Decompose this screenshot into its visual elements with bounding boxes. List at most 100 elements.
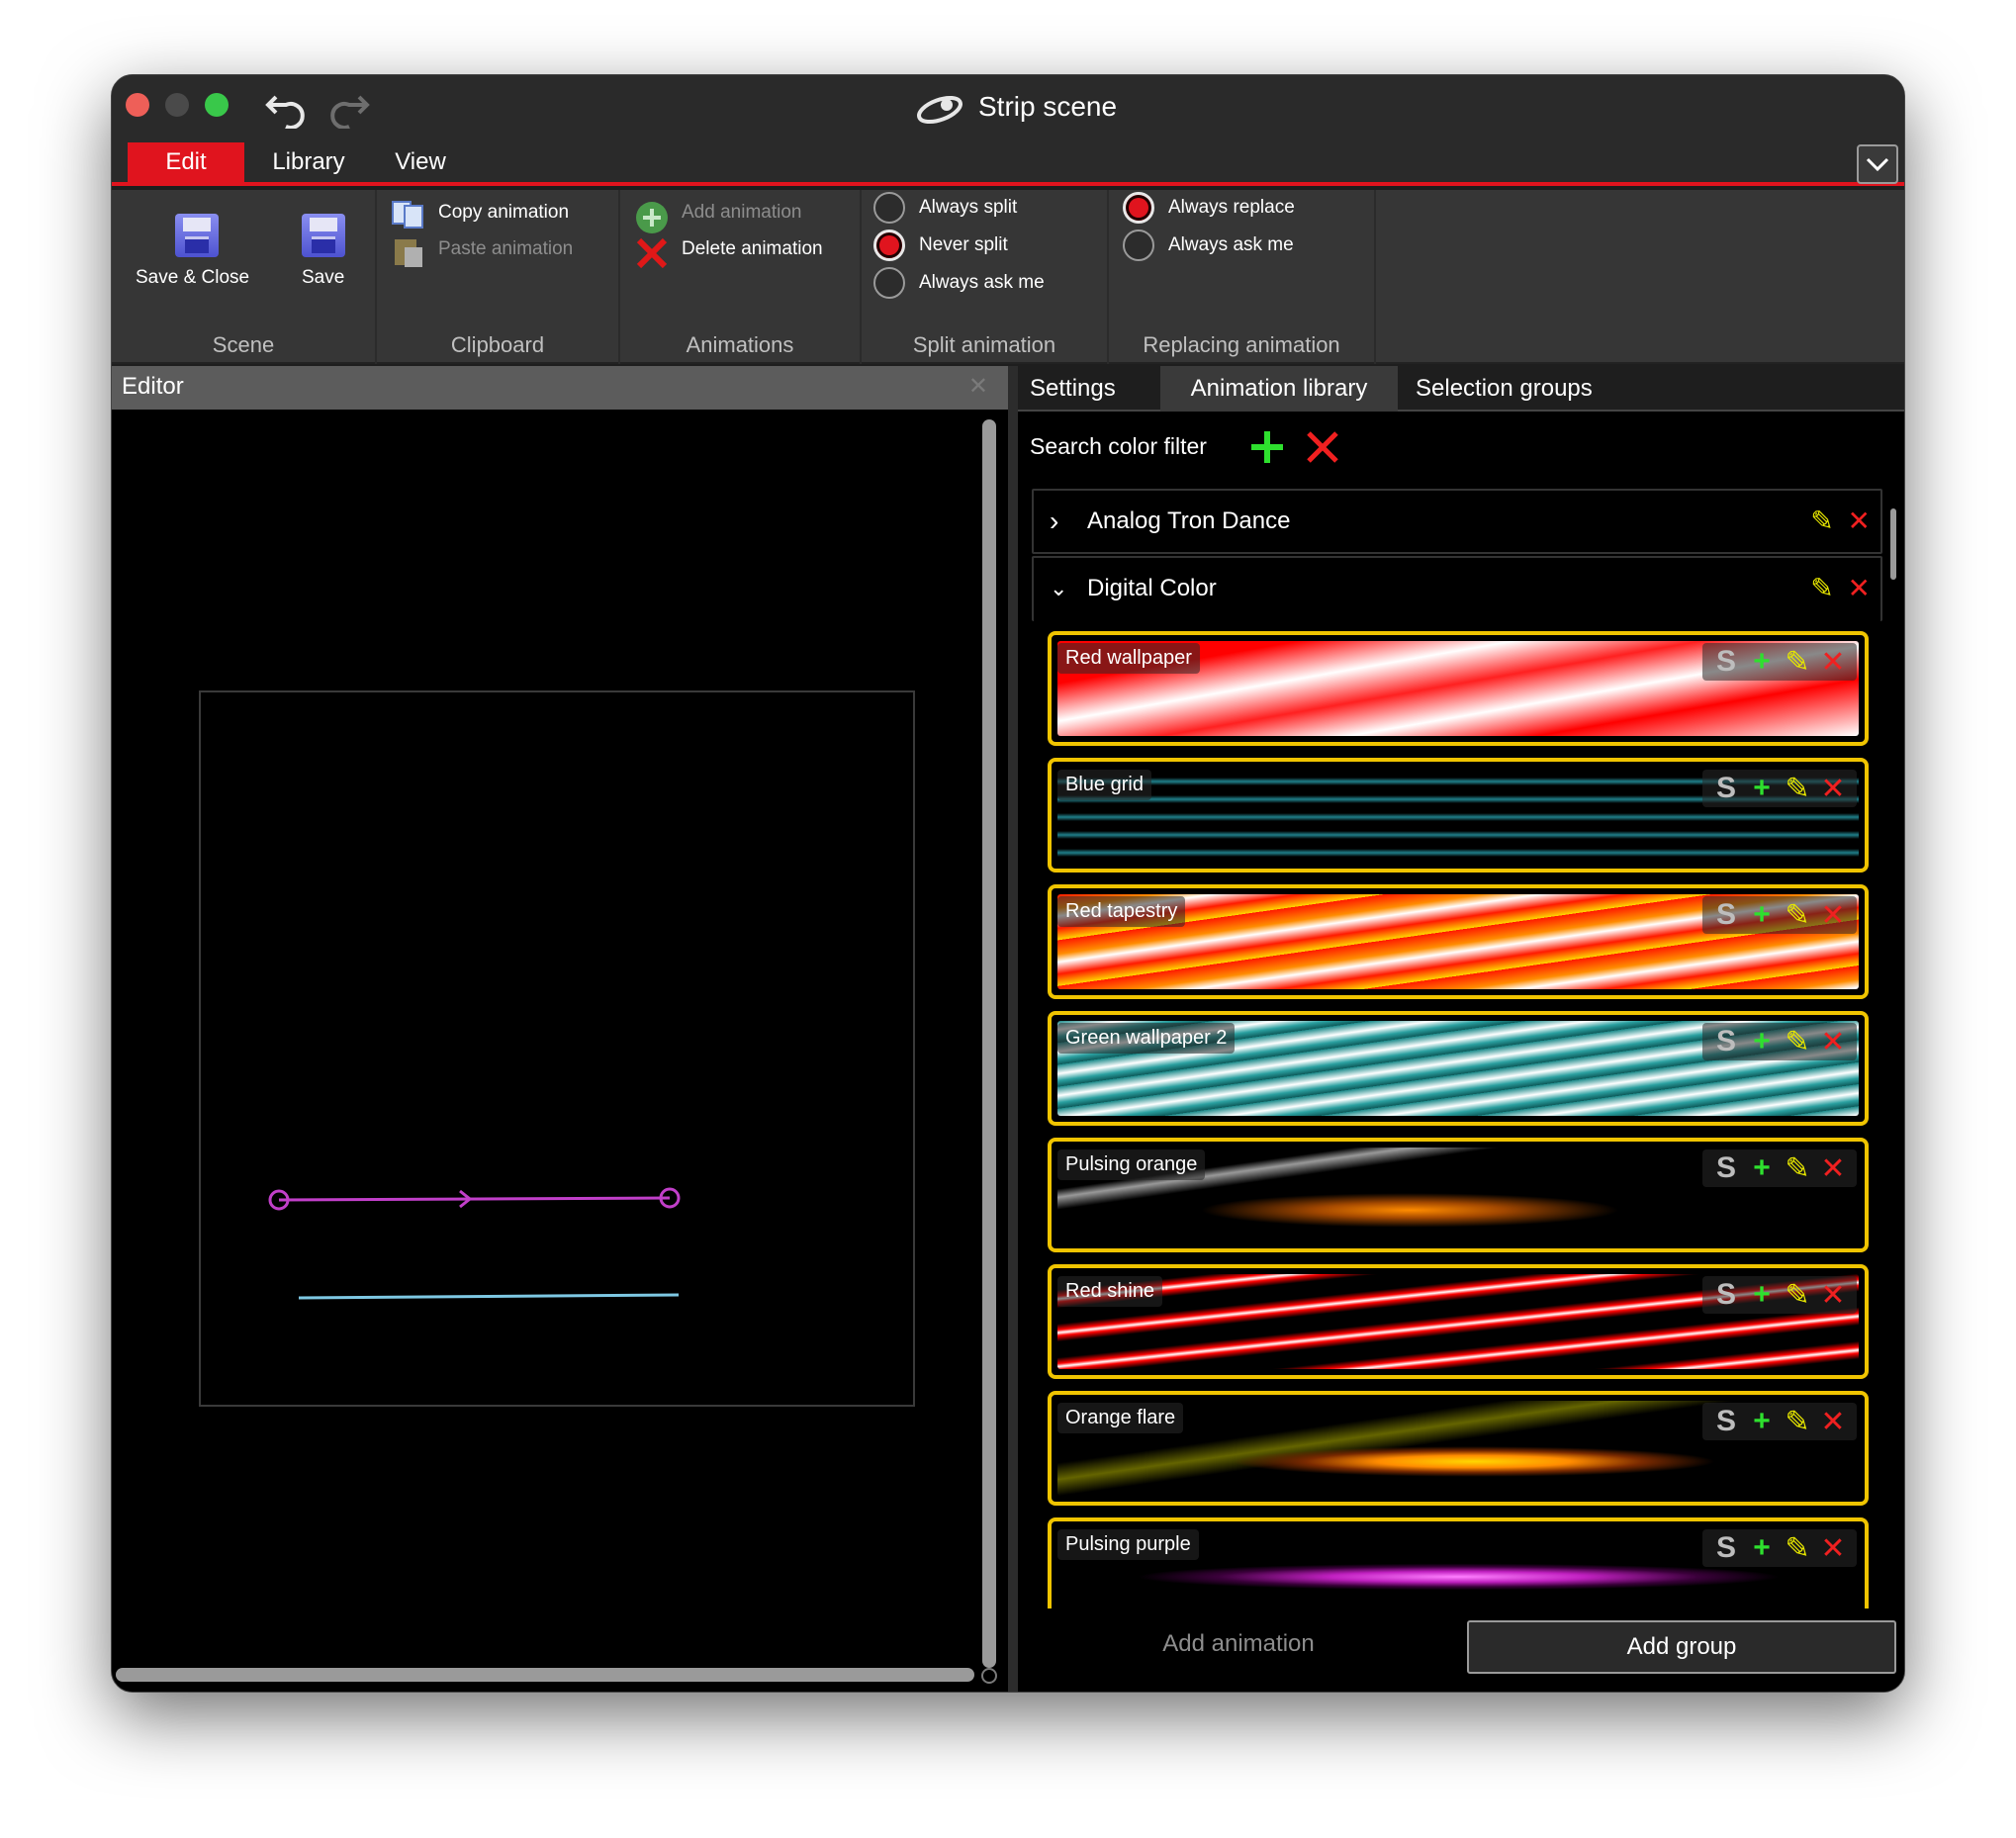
delete-icon[interactable]: ✕: [1815, 898, 1851, 933]
clear-filter-icon[interactable]: [1303, 427, 1342, 467]
library-footer: Add animation Add group: [1018, 1614, 1904, 1692]
delete-icon[interactable]: ✕: [1848, 573, 1871, 603]
radio-replace-always-ask[interactable]: Always ask me: [1123, 230, 1294, 261]
solo-button[interactable]: S: [1708, 1278, 1744, 1312]
add-icon[interactable]: +: [1744, 1278, 1780, 1312]
save-button[interactable]: Save: [302, 267, 344, 289]
redo-icon[interactable]: [329, 89, 373, 129]
delete-icon[interactable]: ✕: [1815, 1405, 1851, 1439]
window-title: Strip scene: [978, 91, 1118, 122]
minimize-window-button[interactable]: [165, 93, 189, 117]
radio-label: Never split: [919, 234, 1008, 255]
delete-icon: [636, 237, 668, 269]
tab-view[interactable]: View: [373, 142, 468, 182]
animation-name: Pulsing orange: [1057, 1149, 1206, 1180]
edit-icon[interactable]: ✎: [1780, 645, 1815, 680]
edit-icon[interactable]: ✎: [1780, 1405, 1815, 1439]
horizontal-scrollbar[interactable]: [116, 1668, 974, 1682]
tab-edit[interactable]: Edit: [128, 142, 244, 182]
vertical-scrollbar[interactable]: [982, 419, 996, 1668]
strip-magenta[interactable]: [268, 1187, 681, 1211]
card-actions: S + ✎ ✕: [1702, 896, 1857, 934]
solo-button[interactable]: S: [1708, 1531, 1744, 1565]
paste-icon: [395, 239, 422, 267]
save-close-button[interactable]: Save & Close: [136, 267, 249, 289]
edit-icon[interactable]: ✎: [1780, 1025, 1815, 1059]
undo-icon[interactable]: [262, 89, 306, 129]
delete-icon[interactable]: ✕: [1815, 1025, 1851, 1059]
strip-cyan[interactable]: [298, 1293, 680, 1300]
library-scrollbar[interactable]: [1890, 508, 1896, 580]
delete-icon[interactable]: ✕: [1815, 645, 1851, 680]
solo-button[interactable]: S: [1708, 1025, 1744, 1058]
edit-icon[interactable]: ✎: [1780, 1278, 1815, 1313]
animation-card[interactable]: Red tapestry S + ✎ ✕: [1048, 884, 1869, 999]
group-header[interactable]: › Analog Tron Dance ✎ ✕: [1032, 489, 1882, 554]
tab-library[interactable]: Library: [254, 142, 363, 182]
add-icon[interactable]: +: [1744, 1151, 1780, 1185]
add-group-button[interactable]: Add group: [1467, 1620, 1896, 1674]
radio-always-replace[interactable]: Always replace: [1123, 192, 1295, 224]
edit-icon[interactable]: ✎: [1780, 1151, 1815, 1186]
card-actions: S + ✎ ✕: [1702, 643, 1857, 681]
animation-name: Red tapestry: [1057, 896, 1186, 927]
tab-settings[interactable]: Settings: [1018, 366, 1128, 412]
solo-button[interactable]: S: [1708, 772, 1744, 805]
ribbon-collapse-button[interactable]: [1857, 144, 1898, 184]
ribbon-group-label: Split animation: [912, 332, 1056, 357]
ribbon-group-clipboard: Copy animation Paste animation Clipboard: [377, 190, 620, 364]
ribbon-group-animations: Add animation Delete animation Animation…: [620, 190, 862, 364]
edit-icon[interactable]: ✎: [1780, 898, 1815, 933]
animation-card[interactable]: Blue grid S + ✎ ✕: [1048, 758, 1869, 873]
add-icon[interactable]: +: [1744, 1025, 1780, 1058]
tab-animation-library[interactable]: Animation library: [1160, 366, 1398, 412]
edit-icon[interactable]: ✎: [1810, 505, 1833, 536]
editor-panel: Editor ✕: [112, 366, 1008, 1692]
edit-icon[interactable]: ✎: [1780, 1531, 1815, 1566]
delete-icon[interactable]: ✕: [1815, 1151, 1851, 1186]
add-icon[interactable]: +: [1744, 772, 1780, 805]
radio-label: Always ask me: [919, 272, 1045, 293]
delete-icon[interactable]: ✕: [1815, 1531, 1851, 1566]
add-icon[interactable]: +: [1744, 1531, 1780, 1565]
group-name: Analog Tron Dance: [1087, 507, 1291, 534]
animation-name: Pulsing purple: [1057, 1529, 1199, 1560]
radio-always-split[interactable]: Always split: [873, 192, 1017, 224]
animation-card[interactable]: Green wallpaper 2 S + ✎ ✕: [1048, 1011, 1869, 1126]
panel-splitter[interactable]: [1008, 366, 1018, 1692]
radio-selected-icon: [873, 230, 905, 261]
group-header[interactable]: ⌄ Digital Color ✎ ✕: [1032, 556, 1882, 621]
solo-button[interactable]: S: [1708, 898, 1744, 932]
add-icon[interactable]: +: [1744, 1405, 1780, 1438]
animation-card[interactable]: Pulsing purple S + ✎ ✕: [1048, 1517, 1869, 1608]
copy-animation-button[interactable]: Copy animation: [438, 202, 569, 224]
add-filter-icon[interactable]: [1247, 427, 1287, 467]
add-animation-button[interactable]: Add animation: [1018, 1630, 1459, 1658]
paste-animation-button[interactable]: Paste animation: [438, 238, 573, 260]
delete-icon[interactable]: ✕: [1815, 772, 1851, 806]
animation-card[interactable]: Orange flare S + ✎ ✕: [1048, 1391, 1869, 1506]
zoom-window-button[interactable]: [205, 93, 229, 117]
radio-never-split[interactable]: Never split: [873, 230, 1008, 261]
edit-icon[interactable]: ✎: [1810, 573, 1833, 603]
add-icon[interactable]: +: [1744, 898, 1780, 932]
animation-card[interactable]: Red wallpaper S + ✎ ✕: [1048, 631, 1869, 746]
solo-button[interactable]: S: [1708, 645, 1744, 679]
ribbon-group-label: Scene: [212, 332, 275, 357]
close-window-button[interactable]: [126, 93, 149, 117]
delete-icon[interactable]: ✕: [1848, 505, 1871, 536]
radio-split-always-ask[interactable]: Always ask me: [873, 267, 1045, 299]
add-icon[interactable]: +: [1744, 645, 1780, 679]
solo-button[interactable]: S: [1708, 1405, 1744, 1438]
tab-selection-groups[interactable]: Selection groups: [1404, 366, 1604, 412]
app-logo-icon: [917, 95, 962, 125]
ribbon-group-split: Always split Never split Always ask me S…: [862, 190, 1109, 364]
animation-card[interactable]: Pulsing orange S + ✎ ✕: [1048, 1138, 1869, 1252]
edit-icon[interactable]: ✎: [1780, 772, 1815, 806]
animation-name: Green wallpaper 2: [1057, 1023, 1236, 1054]
add-animation-ribbon-button[interactable]: Add animation: [682, 202, 801, 224]
solo-button[interactable]: S: [1708, 1151, 1744, 1185]
delete-icon[interactable]: ✕: [1815, 1278, 1851, 1313]
animation-card[interactable]: Red shine S + ✎ ✕: [1048, 1264, 1869, 1379]
delete-animation-button[interactable]: Delete animation: [682, 238, 823, 260]
